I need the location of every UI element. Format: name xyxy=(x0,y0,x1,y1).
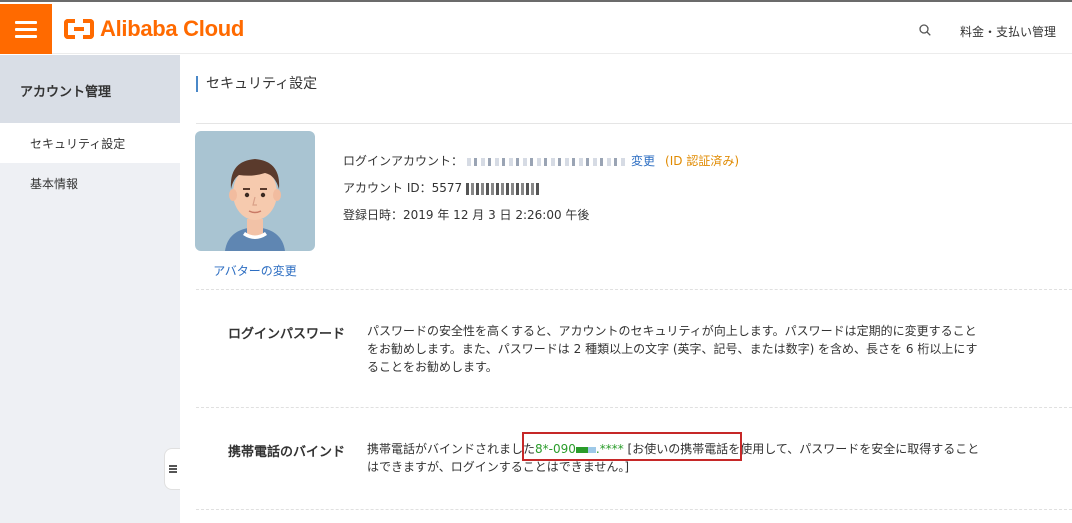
page-title: セキュリティ設定 xyxy=(196,76,317,92)
masked-account-value xyxy=(467,157,628,166)
avatar-face-icon xyxy=(225,159,285,251)
billing-menu-link[interactable]: 料金・支払い管理 xyxy=(960,23,1056,40)
login-account-row: ログインアカウント： 変更 (ID 認証済み) xyxy=(343,152,739,169)
verify-close-paren: ) xyxy=(734,154,740,168)
verify-label: ID 認証済み xyxy=(669,154,735,168)
registered-value: 2019 年 12 月 3 日 2:26:00 午後 xyxy=(403,208,590,222)
login-password-label: ログインパスワード xyxy=(228,327,346,342)
phone-binding-label: 携帯電話のバインド xyxy=(228,445,346,460)
registered-label: 登録日時： xyxy=(343,208,404,222)
sidebar: アカウント管理 セキュリティ設定 基本情報 xyxy=(0,55,180,523)
registered-row: 登録日時：2019 年 12 月 3 日 2:26:00 午後 xyxy=(343,206,589,223)
title-divider xyxy=(196,123,1072,124)
logo-mark-icon xyxy=(64,19,94,39)
account-id-value: 5577 xyxy=(431,181,463,195)
masked-account-id xyxy=(466,182,541,195)
hamburger-menu-icon[interactable] xyxy=(0,4,52,54)
id-verified-badge[interactable]: (ID 認証済み) xyxy=(665,154,739,168)
logo-text: Alibaba Cloud xyxy=(100,16,244,41)
alibaba-cloud-logo[interactable]: Alibaba Cloud xyxy=(64,16,244,42)
sidebar-item-security-settings[interactable]: セキュリティ設定 xyxy=(0,123,180,163)
login-password-description: パスワードの安全性を高くすると、アカウントのセキュリティが向上します。パスワード… xyxy=(367,324,978,374)
section-divider xyxy=(196,289,1072,290)
change-avatar-link[interactable]: アバターの変更 xyxy=(195,262,315,279)
top-bar: Alibaba Cloud 料金・支払い管理 xyxy=(0,0,1072,54)
sidebar-collapse-icon[interactable] xyxy=(164,448,180,490)
account-id-label: アカウント ID： xyxy=(343,181,432,195)
phone-text-before: 携帯電話がバインドされました xyxy=(367,442,536,456)
section-divider xyxy=(196,407,1072,408)
account-id-row: アカウント ID：5577 xyxy=(343,179,544,196)
search-icon[interactable] xyxy=(919,24,931,36)
avatar[interactable] xyxy=(195,131,315,251)
section-divider xyxy=(196,509,1072,510)
highlight-box xyxy=(522,432,742,461)
login-account-label: ログインアカウント： xyxy=(343,154,464,168)
sidebar-item-basic-info[interactable]: 基本情報 xyxy=(0,163,180,203)
change-account-link[interactable]: 変更 xyxy=(631,154,655,168)
sidebar-title: アカウント管理 xyxy=(0,55,180,123)
